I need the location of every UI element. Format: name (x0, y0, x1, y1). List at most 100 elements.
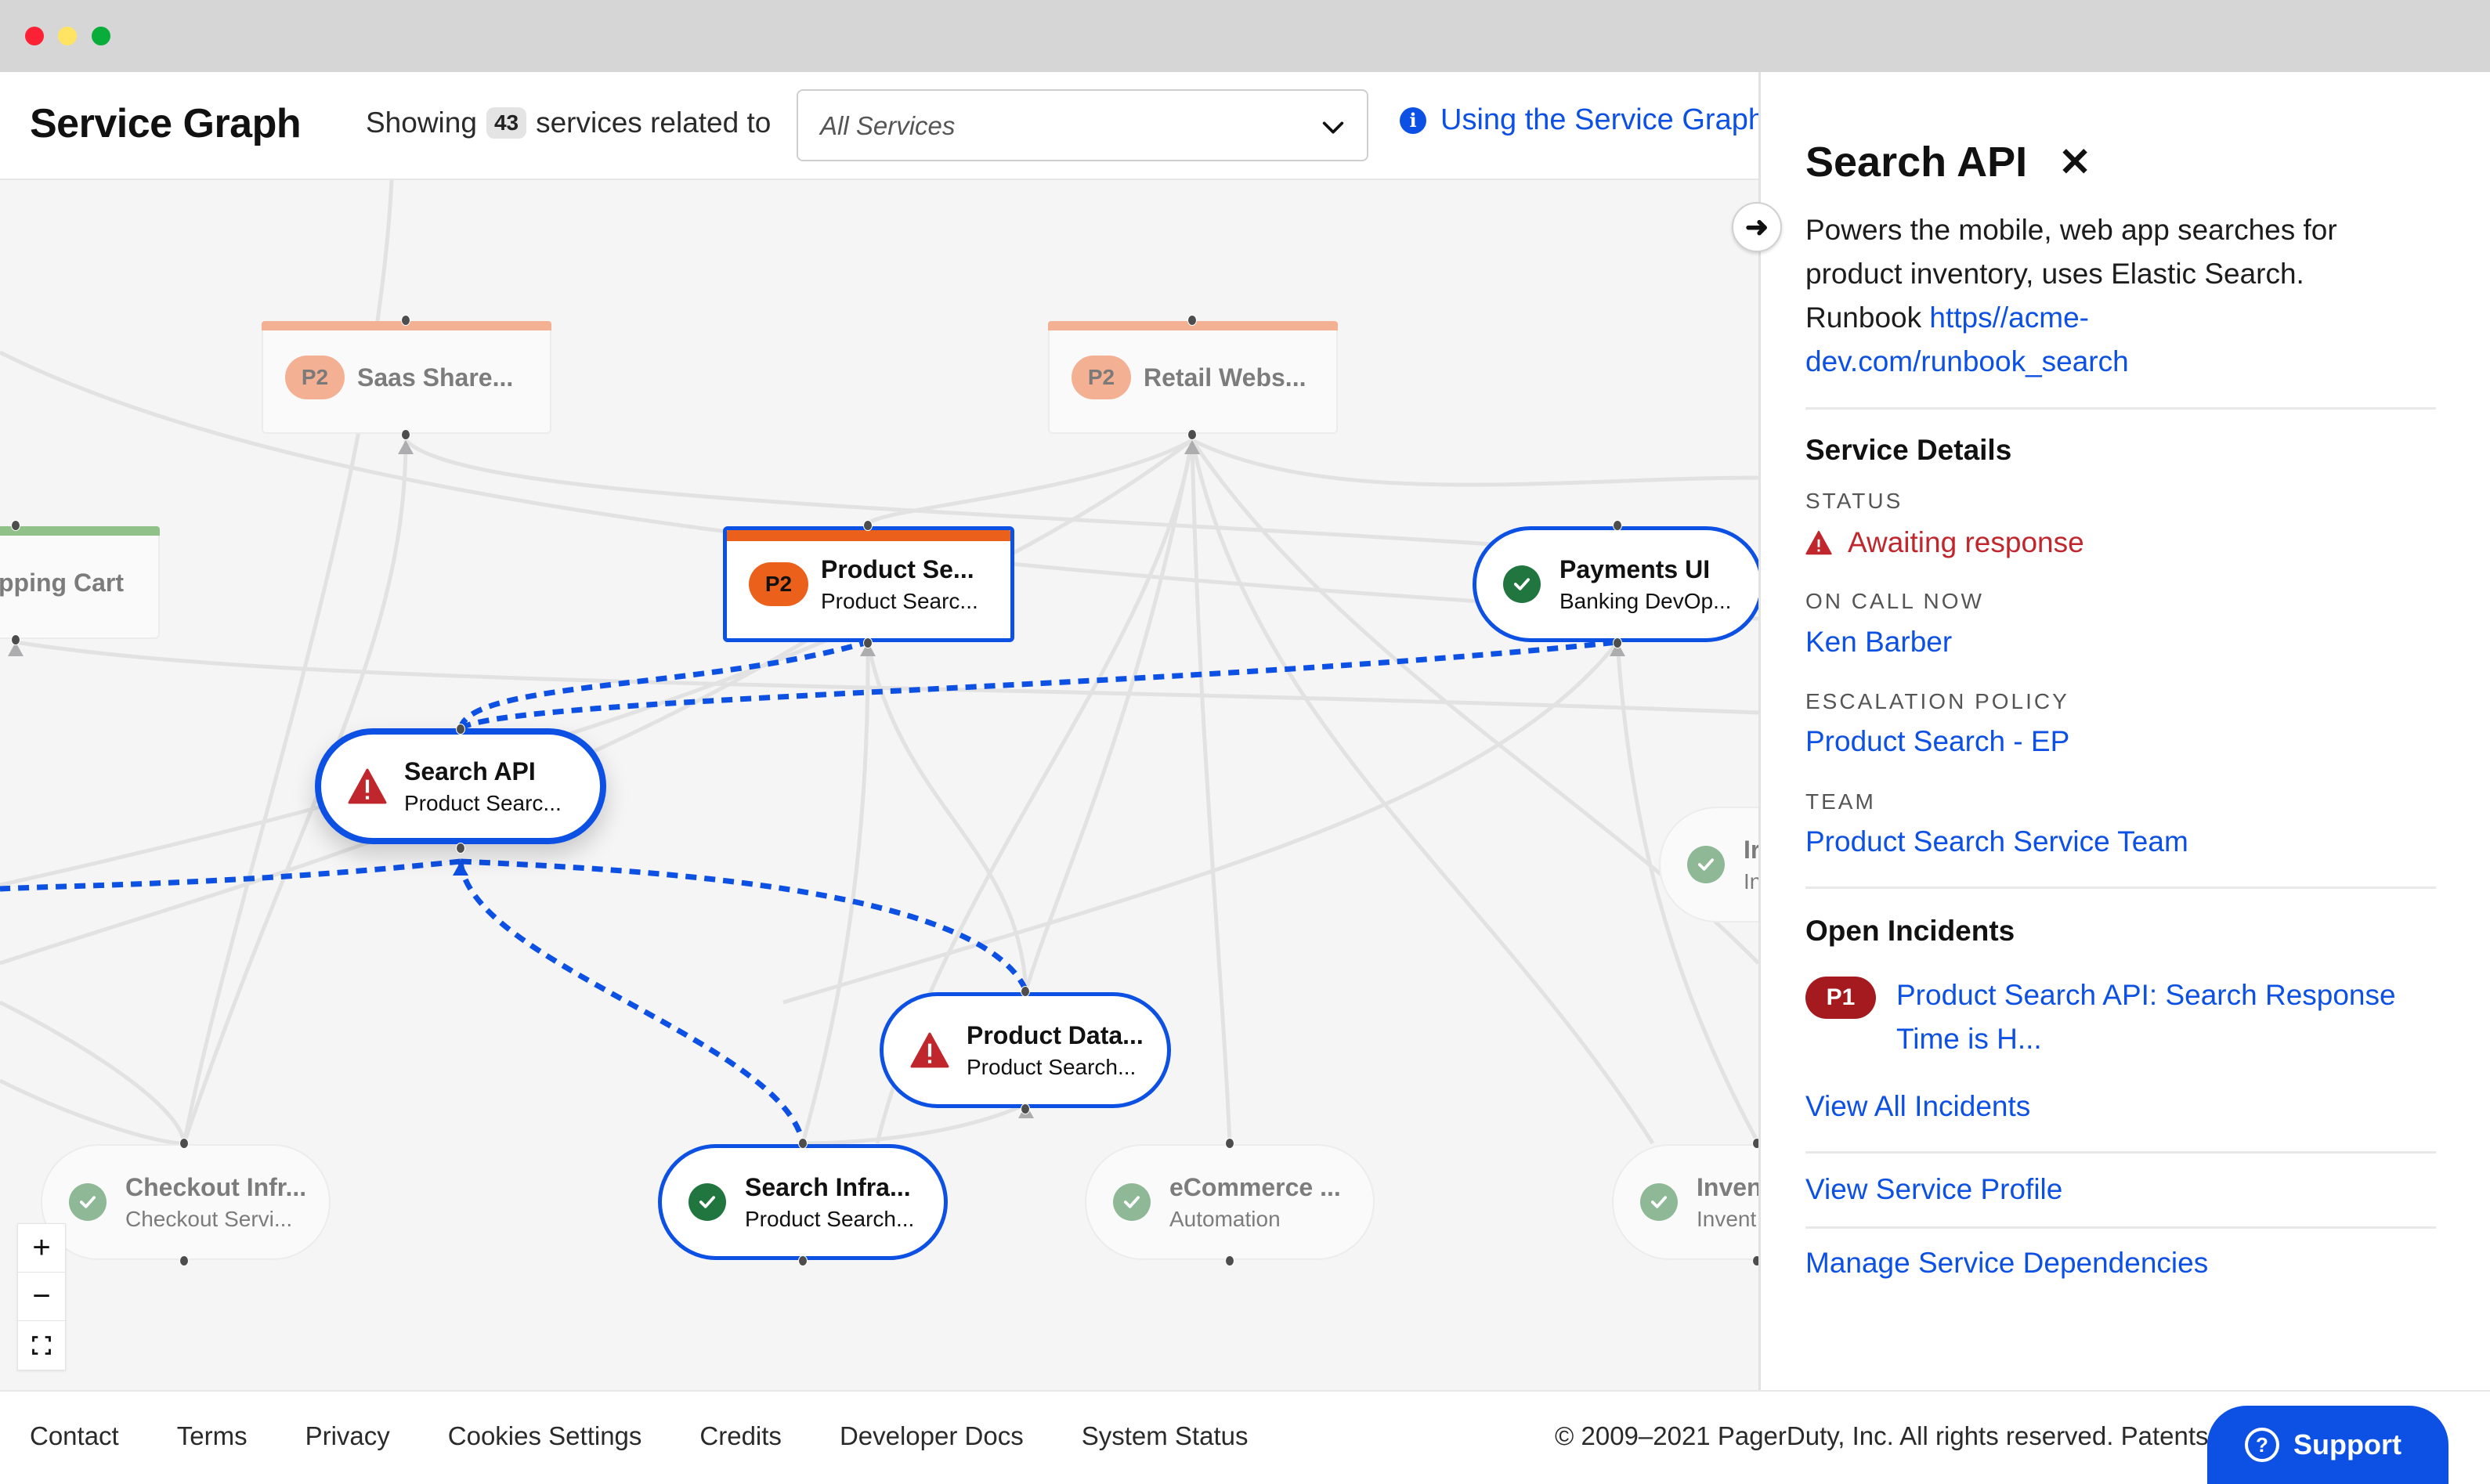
ok-check-icon (1640, 1183, 1678, 1221)
node-port (1752, 1255, 1758, 1266)
node-port (863, 520, 873, 531)
graph-node-inventory[interactable]: Inven Invent (1612, 1144, 1758, 1260)
service-filter-select[interactable]: All Services (797, 89, 1368, 161)
edge (0, 1078, 185, 1146)
status-text: Awaiting response (1848, 526, 2084, 558)
footer-link-terms[interactable]: Terms (177, 1421, 248, 1451)
node-subtitle: Product Searc... (821, 588, 978, 613)
footer-link-cookies-settings[interactable]: Cookies Settings (448, 1421, 642, 1451)
window-minimize-button[interactable] (58, 27, 77, 45)
app: Service Graph Showing 43 services relate… (0, 72, 2490, 1464)
node-port (1613, 520, 1622, 531)
node-subtitle: In (1744, 868, 1758, 894)
service-graph-canvas[interactable]: P2 Saas Share... P2 Retail Webs... pping… (0, 180, 1758, 1390)
edge (802, 1102, 1028, 1146)
close-icon[interactable]: ✕ (2058, 139, 2091, 185)
incident-item: P1 Product Search API: Search Response T… (1805, 973, 2445, 1061)
graph-node-product-search[interactable]: P2 Product Se... Product Searc... (723, 526, 1014, 642)
graph-node-payments-ui[interactable]: Payments UI Banking DevOp... (1473, 526, 1758, 642)
graph-node-checkout-infra[interactable]: Checkout Infr... Checkout Servi... (41, 1144, 331, 1260)
escalation-policy-link[interactable]: Product Search - EP (1805, 725, 2069, 758)
zoom-out-button[interactable]: − (18, 1273, 65, 1321)
ok-check-icon (1503, 565, 1541, 603)
footer-link-credits[interactable]: Credits (699, 1421, 782, 1451)
ok-check-icon (688, 1183, 726, 1221)
fit-screen-icon (32, 1336, 51, 1355)
team-link[interactable]: Product Search Service Team (1805, 825, 2188, 858)
service-count-badge: 43 (486, 107, 527, 139)
window-maximize-button[interactable] (92, 27, 110, 45)
support-button[interactable]: ? Support (2207, 1406, 2448, 1484)
node-port (179, 1138, 189, 1149)
page-title: Service Graph (30, 101, 302, 146)
showing-prefix: Showing (366, 107, 477, 139)
help-link-label: Using the Service Graph (1440, 103, 1765, 136)
node-title: Product Data... (967, 1020, 1144, 1049)
node-port (401, 315, 410, 326)
graph-node-retail-website[interactable]: P2 Retail Webs... (1048, 321, 1338, 434)
window-titlebar (0, 0, 2490, 72)
node-title: Search API (404, 756, 536, 785)
node-title: Saas Share... (357, 363, 514, 392)
graph-node-search-api[interactable]: Search API Product Searc... (315, 728, 606, 844)
footer-link-contact[interactable]: Contact (30, 1421, 119, 1451)
graph-node-shopping-cart[interactable]: pping Cart (0, 526, 160, 639)
status-value: Awaiting response (1805, 526, 2084, 559)
edge (800, 641, 870, 1144)
node-title: Retail Webs... (1144, 363, 1306, 392)
node-port (401, 429, 410, 440)
node-subtitle: Product Search... (745, 1206, 915, 1231)
node-subtitle: Product Search... (967, 1054, 1137, 1079)
footer-link-system-status[interactable]: System Status (1082, 1421, 1249, 1451)
node-port (1021, 986, 1030, 997)
dependency-edge (459, 639, 1618, 731)
graph-node-search-infra[interactable]: Search Infra... Product Search... (658, 1144, 948, 1260)
support-label: Support (2293, 1428, 2401, 1461)
view-service-profile-link[interactable]: View Service Profile (1805, 1173, 2062, 1206)
team-label: TEAM (1805, 789, 1876, 814)
node-title: Checkout Infr... (125, 1172, 307, 1201)
footer-link-developer-docs[interactable]: Developer Docs (840, 1421, 1024, 1451)
priority-badge: P2 (285, 356, 345, 399)
on-call-user-link[interactable]: Ken Barber (1805, 626, 1952, 659)
zoom-in-button[interactable]: + (18, 1224, 65, 1273)
view-all-incidents-link[interactable]: View All Incidents (1805, 1090, 2030, 1123)
fit-screen-button[interactable] (18, 1321, 65, 1370)
on-call-label: ON CALL NOW (1805, 589, 1984, 613)
help-link[interactable]: i Using the Service Graph (1400, 103, 1765, 137)
help-question-icon: ? (2245, 1428, 2279, 1462)
manage-dependencies-link[interactable]: Manage Service Dependencies (1805, 1247, 2208, 1280)
divider (1805, 407, 2436, 410)
chevron-down-icon (1322, 121, 1344, 134)
collapse-panel-button[interactable]: ➜ (1732, 202, 1782, 252)
priority-bar (727, 530, 1010, 541)
incident-link[interactable]: Product Search API: Search Response Time… (1896, 973, 2445, 1061)
graph-node-product-data[interactable]: Product Data... Product Search... (880, 992, 1171, 1108)
node-port (11, 634, 20, 645)
node-title: Search Infra... (745, 1172, 911, 1201)
node-port (1021, 1103, 1030, 1114)
graph-node-saas-share[interactable]: P2 Saas Share... (262, 321, 551, 434)
dependency-edge (457, 861, 806, 1144)
service-filter-value: All Services (820, 111, 956, 140)
ok-check-icon (1687, 846, 1725, 883)
node-title: pping Cart (0, 568, 124, 597)
graph-node-ecommerce[interactable]: eCommerce ... Automation (1085, 1144, 1375, 1260)
status-bar (0, 526, 160, 536)
divider (1805, 1226, 2436, 1229)
node-subtitle: Invent (1697, 1206, 1757, 1231)
node-port (1187, 315, 1197, 326)
footer-link-privacy[interactable]: Privacy (305, 1421, 390, 1451)
service-count-summary: Showing 43 services related to (366, 107, 771, 139)
window-close-button[interactable] (25, 27, 44, 45)
node-subtitle: Checkout Servi... (125, 1206, 293, 1231)
status-label: STATUS (1805, 489, 1903, 513)
node-port (11, 520, 20, 531)
page-header: Service Graph Showing 43 services relate… (0, 72, 1765, 180)
critical-alert-icon (910, 1032, 949, 1068)
priority-badge: P2 (749, 562, 808, 606)
node-title: Inven (1697, 1172, 1758, 1201)
edge (866, 438, 1194, 526)
ok-check-icon (1113, 1183, 1151, 1221)
escalation-policy-label: ESCALATION POLICY (1805, 689, 2069, 713)
